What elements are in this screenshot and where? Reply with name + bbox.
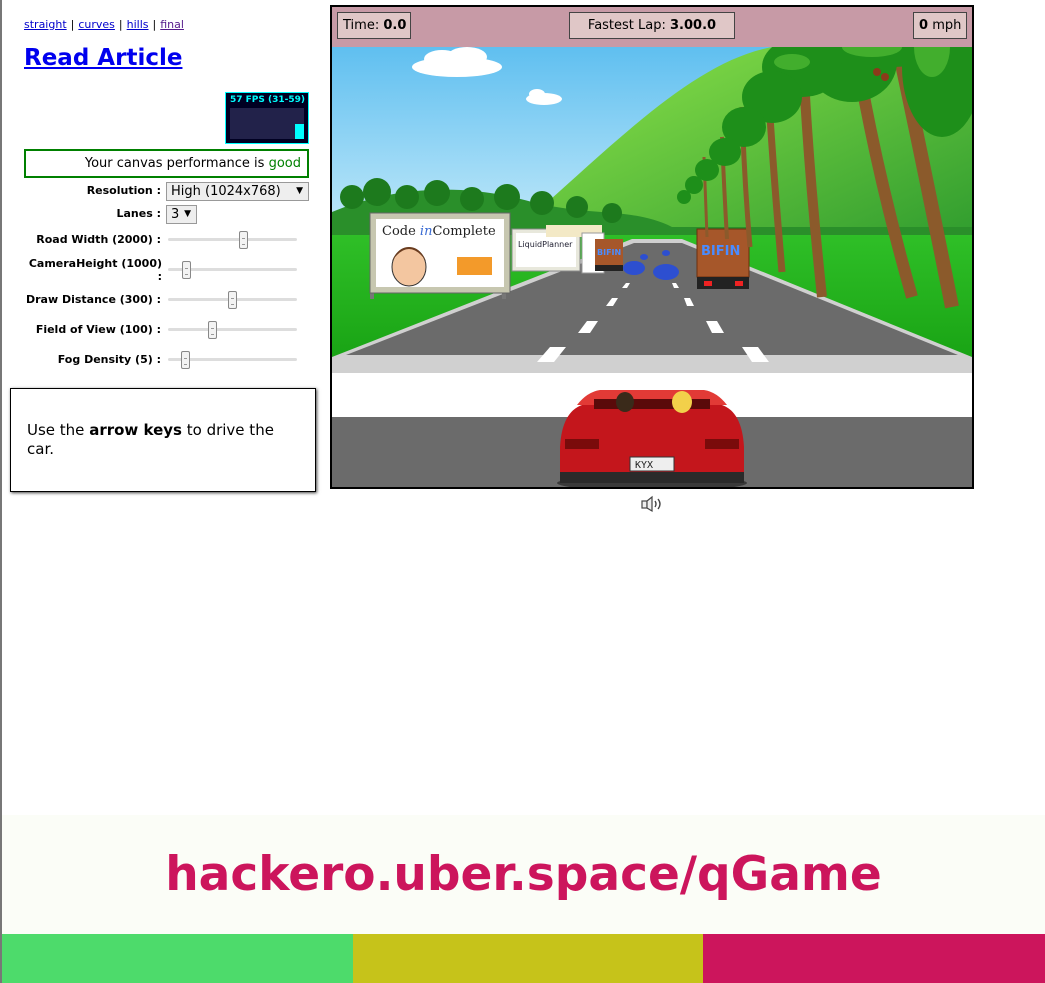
camera-height-label: CameraHeight (1000) : (28, 257, 162, 283)
slider-thumb[interactable] (227, 291, 237, 309)
lanes-label: Lanes : (116, 207, 162, 220)
canvas-performance: Your canvas performance is good (24, 149, 309, 178)
color-stripe-green (2, 934, 353, 983)
camera-height-slider[interactable] (168, 261, 297, 279)
color-stripe-crimson (703, 934, 1045, 983)
player-car: KYX (557, 390, 747, 487)
truck-left: BIFIN (595, 239, 623, 271)
nav-separator: | (152, 18, 157, 31)
billboard-code-incomplete: Code inComplete (369, 212, 511, 299)
slider-thumb[interactable] (208, 321, 217, 339)
truck-sign: BIFIN (701, 244, 740, 259)
game-canvas[interactable]: Code inComplete LiquidPlanner BIFIN BIFI… (330, 5, 974, 489)
nav-link-curves[interactable]: curves (78, 18, 115, 31)
svg-text:Code inComplete: Code inComplete (382, 224, 496, 239)
fog-density-slider[interactable] (168, 351, 297, 369)
road-width-label: Road Width (2000) : (36, 233, 161, 246)
fps-bar (295, 124, 304, 139)
field-of-view-label: Field of View (100) : (35, 323, 161, 336)
slider-thumb[interactable] (180, 351, 190, 369)
slider-thumb[interactable] (182, 261, 191, 279)
billboard-text-c: Complete (432, 224, 495, 239)
nav-link-straight[interactable]: straight (24, 18, 67, 31)
resolution-label: Resolution : (86, 184, 161, 197)
nav-separator: | (70, 18, 75, 31)
performance-rating: good (268, 156, 301, 171)
draw-distance-slider[interactable] (168, 291, 297, 309)
color-stripe-olive (353, 934, 703, 983)
billboard-liquidplanner: LiquidPlanner (511, 225, 605, 274)
fps-text: 57 FPS (31-59) (230, 95, 306, 105)
fastest-lap-display: Fastest Lap: 3.00.0 (569, 12, 735, 39)
field-of-view-slider[interactable] (168, 321, 297, 339)
truck-sign-small: BIFIN (597, 248, 621, 257)
banner-url: hackero.uber.space/qGame (165, 847, 882, 902)
resolution-value: High (1024x768) (171, 184, 281, 199)
performance-prefix: Your canvas performance is (84, 156, 265, 171)
fastest-lap-value: 3.00.0 (670, 18, 717, 33)
fastest-lap-label: Fastest Lap: (587, 18, 666, 33)
instructions-keys: arrow keys (89, 421, 182, 439)
read-article-link[interactable]: Read Article (24, 45, 182, 71)
time-display: Time: 0.0 (337, 12, 411, 39)
time-label: Time: (343, 18, 380, 33)
nav-separator: | (118, 18, 123, 31)
racing-scene: Code inComplete LiquidPlanner BIFIN BIFI… (332, 7, 972, 487)
truck-right: BIFIN (696, 228, 750, 289)
lanes-select[interactable]: 3 ▼ (166, 205, 197, 224)
slider-thumb[interactable] (239, 231, 249, 249)
speaker-icon[interactable] (641, 495, 663, 513)
speed-value: 0 (919, 18, 929, 33)
billboard-text-a: Code (382, 224, 420, 239)
demo-nav: straight | curves | hills | final (24, 18, 184, 31)
nav-link-final[interactable]: final (160, 18, 184, 31)
resolution-select[interactable]: High (1024x768) ▼ (166, 182, 309, 201)
speed-display: 0 mph (913, 12, 967, 39)
chevron-down-icon: ▼ (184, 209, 191, 219)
billboard-liquidplanner-text: LiquidPlanner (518, 240, 573, 249)
lanes-value: 3 (171, 207, 180, 222)
hud: Time: 0.0 Fastest Lap: 3.00.0 0 mph (332, 7, 972, 47)
fps-graph (230, 108, 304, 139)
time-value: 0.0 (383, 18, 407, 33)
speed-unit: mph (932, 18, 962, 33)
instructions-pre: Use the (27, 421, 85, 439)
fog-density-label: Fog Density (5) : (57, 353, 161, 366)
billboard-text-b: in (420, 224, 433, 239)
url-banner: hackero.uber.space/qGame (2, 815, 1045, 934)
instructions-panel: Use the arrow keys to drive the car. (10, 388, 316, 492)
license-plate: KYX (635, 460, 653, 471)
nav-link-hills[interactable]: hills (127, 18, 149, 31)
draw-distance-label: Draw Distance (300) : (26, 293, 161, 306)
fps-meter: 57 FPS (31-59) (225, 92, 309, 144)
road-width-slider[interactable] (168, 231, 297, 249)
chevron-down-icon: ▼ (296, 186, 303, 196)
